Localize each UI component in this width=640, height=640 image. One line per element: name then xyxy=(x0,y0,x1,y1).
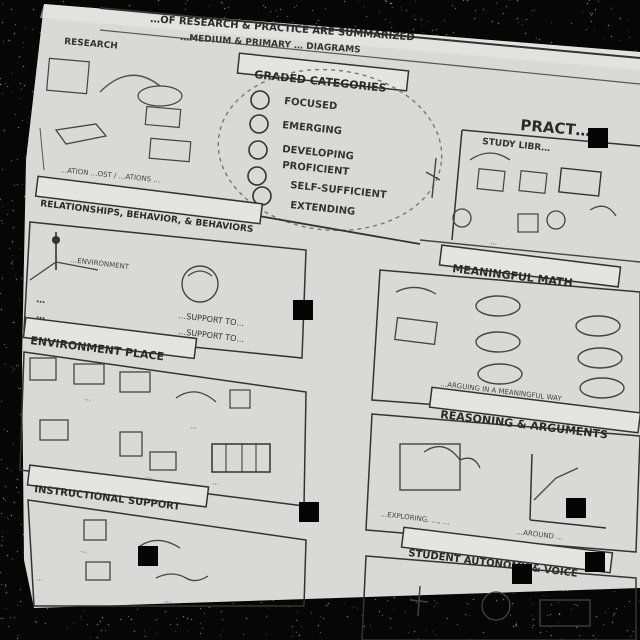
relationships-line1: … xyxy=(36,295,46,306)
paper-sheet xyxy=(22,4,640,608)
occlusion-square xyxy=(588,128,608,148)
instructional-label-2: … xyxy=(164,596,172,605)
environment-caption-1: … xyxy=(190,422,198,431)
practice-caption: … xyxy=(490,238,498,247)
instructional-label-0: … xyxy=(80,546,88,555)
scanned-poster: …OF RESEARCH & PRACTICE ARE SUMMARIZED …… xyxy=(19,4,640,640)
occlusion-square xyxy=(138,546,158,566)
environment-caption-3: … xyxy=(212,478,220,487)
instructional-label-1: … xyxy=(36,574,44,583)
student-autonomy-caption: … xyxy=(542,590,550,599)
environment-caption-0: … xyxy=(84,394,92,403)
occlusion-square xyxy=(585,552,605,572)
occlusion-square xyxy=(299,502,319,522)
occlusion-square xyxy=(566,498,586,518)
occlusion-square xyxy=(293,300,313,320)
occlusion-square xyxy=(512,564,532,584)
